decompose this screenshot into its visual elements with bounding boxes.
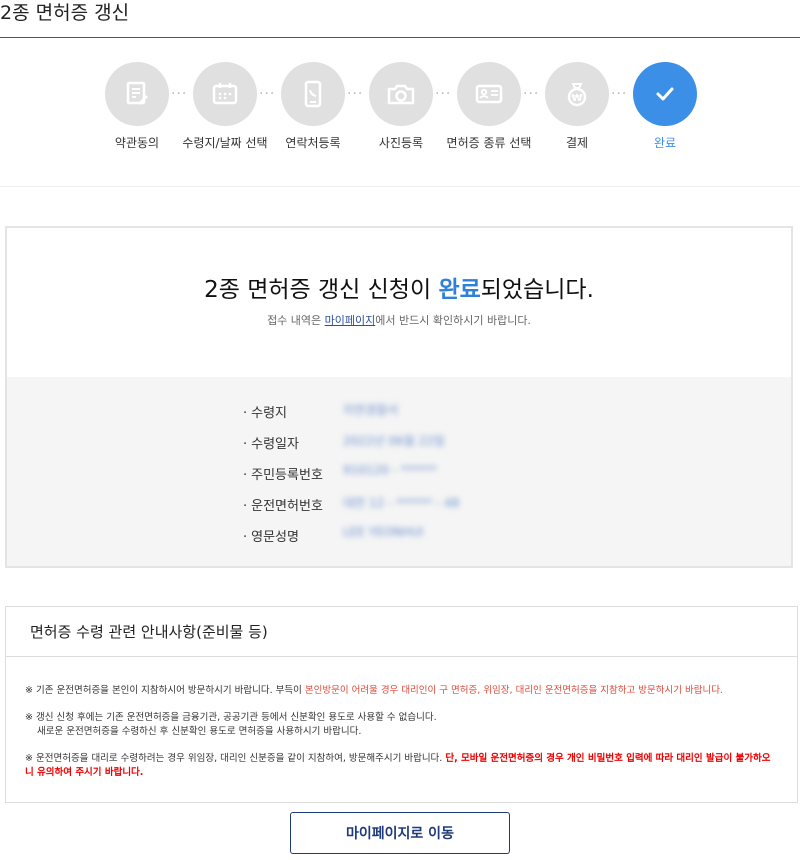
id-card-icon: [457, 62, 521, 126]
completion-panel: 2종 면허증 갱신 신청이 완료되었습니다. 접수 내역은 마이페이지에서 반드…: [5, 226, 793, 568]
field-label: 주민등록번호: [251, 468, 323, 483]
field-value: 2022년 06월 22일: [343, 434, 445, 448]
field-value: LEE YEONHUI: [343, 525, 424, 539]
money-bag-icon: ₩: [545, 62, 609, 126]
page-title: 2종 면허증 갱신: [0, 2, 130, 24]
notice-item: ※ 기존 운전면허증을 본인이 지참하시어 방문하시기 바랍니다. 부득이 본인…: [25, 684, 775, 698]
title-text: 되었습니다.: [480, 277, 594, 303]
notice-panel: 면허증 수령 관련 안내사항(준비물 등) ※ 기존 운전면허증을 본인이 지참…: [5, 606, 798, 803]
completion-title: 2종 면허증 갱신 신청이 완료되었습니다.: [7, 270, 791, 304]
step-connector: ···: [347, 86, 364, 102]
document-edit-icon: [105, 62, 169, 126]
go-to-mypage-button[interactable]: 마이페이지로 이동: [290, 812, 510, 854]
phone-icon: [281, 62, 345, 126]
subtitle-text: 에서 반드시 확인하시기 바랍니다.: [375, 314, 531, 327]
svg-text:₩: ₩: [571, 93, 582, 104]
step-license-type: 면허증 종류 선택: [447, 62, 531, 150]
mypage-link[interactable]: 마이페이지: [325, 314, 376, 327]
notice-highlight: 본인방문이 어려울 경우 대리인이 구 면허증, 위임장, 대리인 운전면허증을…: [304, 685, 723, 696]
camera-icon: [369, 62, 433, 126]
summary-row: · 수령일자 2022년 06월 22일: [243, 434, 445, 452]
summary-row: · 영문성명 LEE YEONHUI: [243, 525, 424, 545]
field-label: 수령일자: [251, 437, 299, 452]
step-connector: ···: [611, 86, 628, 102]
check-icon: [633, 62, 697, 126]
step-connector: ···: [523, 86, 540, 102]
notice-text: ※ 갱신 신청 후에는 기존 운전면허증을 금융기관, 공공기관 등에서 신분확…: [25, 712, 437, 723]
summary-row: · 운전면허번호 대전 12 - ****** - 48: [243, 496, 460, 514]
step-photo: 사진등록: [369, 62, 433, 150]
step-label: 수령지/날짜 선택: [182, 136, 268, 150]
field-value: 지연경찰서: [343, 403, 399, 417]
step-terms: 약관동의: [105, 62, 169, 150]
title-accent: 완료: [438, 277, 481, 303]
notice-text: ※ 기존 운전면허증을 본인이 지참하시어 방문하시기 바랍니다. 부득이: [25, 685, 305, 696]
steps-divider: [0, 186, 800, 187]
step-label: 연락처등록: [285, 136, 341, 150]
notice-item: ※ 운전면허증을 대리로 수령하려는 경우 위임장, 대리인 신분증을 같이 지…: [25, 752, 775, 780]
progress-steps: 약관동의 ··· 수령지/날짜 선택 ··· 연락처등록 ··· 사진등록 ··…: [0, 62, 800, 162]
step-connector: ···: [259, 86, 276, 102]
field-value: 910120 - ******: [343, 463, 437, 477]
step-complete: 완료: [633, 62, 697, 150]
step-connector: ···: [171, 86, 188, 102]
notice-text: 새로운 운전면허증을 수령하신 후 신분확인 용도로 면허증을 사용하시기 바랍…: [37, 726, 362, 737]
title-text: 2종 면허증 갱신 신청이: [204, 277, 439, 303]
application-summary: · 수령지 지연경찰서 · 수령일자 2022년 06월 22일 · 주민등록번호 9101…: [7, 377, 791, 566]
step-payment: ₩ 결제: [545, 62, 609, 150]
step-label: 약관동의: [114, 136, 160, 150]
subtitle-text: 접수 내역은: [267, 314, 325, 327]
title-divider: [0, 37, 800, 38]
step-label: 결제: [565, 136, 589, 150]
step-location-date: 수령지/날짜 선택: [182, 62, 268, 150]
step-label: 면허증 종류 선택: [446, 136, 532, 150]
notice-heading: 면허증 수령 관련 안내사항(준비물 등): [6, 607, 797, 657]
calendar-icon: [193, 62, 257, 126]
notice-text: ※ 운전면허증을 대리로 수령하려는 경우 위임장, 대리인 신분증을 같이 지…: [25, 753, 446, 764]
summary-row: · 주민등록번호 910120 - ******: [243, 463, 437, 483]
field-label: 수령지: [251, 406, 288, 421]
summary-row: · 수령지 지연경찰서: [243, 403, 399, 421]
completion-subtitle: 접수 내역은 마이페이지에서 반드시 확인하시기 바랍니다.: [7, 312, 791, 328]
step-label: 완료: [653, 136, 677, 150]
step-contact: 연락처등록: [281, 62, 345, 150]
step-connector: ···: [435, 86, 452, 102]
notice-item: ※ 갱신 신청 후에는 기존 운전면허증을 금융기관, 공공기관 등에서 신분확…: [25, 711, 775, 739]
step-label: 사진등록: [378, 136, 424, 150]
field-label: 운전면허번호: [251, 499, 323, 514]
field-value: 대전 12 - ****** - 48: [343, 496, 460, 510]
field-label: 영문성명: [251, 530, 299, 545]
